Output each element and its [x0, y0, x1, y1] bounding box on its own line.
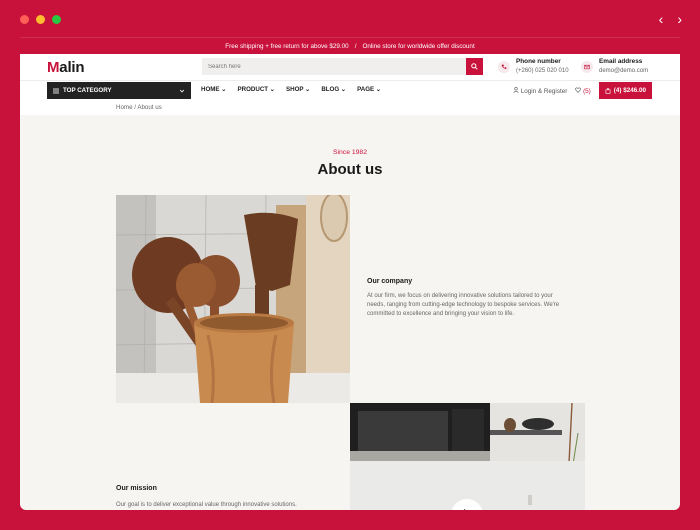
search-icon	[471, 63, 478, 70]
promo-text-right: Online store for worldwide offer discoun…	[362, 42, 475, 50]
top-category-label: TOP CATEGORY	[63, 87, 112, 94]
login-register-link[interactable]: Login & Register	[513, 86, 567, 95]
menu-item-shop[interactable]: SHOP ⌄	[286, 86, 310, 93]
mission-heading: Our mission	[116, 485, 157, 492]
site-logo[interactable]: Malin	[47, 59, 85, 76]
breadcrumb-text[interactable]: Home / About us	[116, 104, 162, 111]
email-title: Email address	[599, 58, 643, 65]
menu-item-product[interactable]: PRODUCT ⌄	[237, 86, 275, 93]
cart-button[interactable]: (4) $246.00	[598, 82, 652, 99]
menu-item-home[interactable]: HOME ⌄	[201, 86, 226, 93]
user-icon	[513, 86, 519, 93]
play-video-button[interactable]	[459, 506, 475, 510]
search-input[interactable]	[202, 58, 466, 75]
page-title: About us	[317, 161, 383, 178]
phone-icon	[498, 61, 510, 73]
promo-topbar: Free shipping + free return for above $2…	[20, 37, 680, 54]
wishlist-link[interactable]: (5)	[575, 86, 591, 95]
maximize-window-button[interactable]	[52, 15, 61, 24]
search-button[interactable]	[466, 58, 483, 75]
account-actions: Login & Register (5) (4) $246.00	[513, 82, 652, 99]
company-text: At our firm, we focus on delivering inno…	[367, 293, 560, 317]
close-window-button[interactable]	[20, 15, 29, 24]
minimize-window-button[interactable]	[36, 15, 45, 24]
breadcrumb: Home / About us	[20, 99, 680, 115]
email-contact: Email address demo@demo.com	[581, 58, 648, 74]
mission-text: Our goal is to deliver exceptional value…	[116, 502, 297, 508]
promo-separator: /	[354, 42, 357, 50]
window-controls	[20, 15, 61, 24]
promo-text-left: Free shipping + free return for above $2…	[225, 42, 349, 50]
menu-icon	[53, 88, 59, 93]
forward-arrow-icon[interactable]: ›	[677, 12, 682, 26]
main-navbar: TOP CATEGORY HOME ⌄ PRODUCT ⌄ SHOP ⌄ BLO…	[20, 80, 680, 99]
cart-icon	[605, 87, 611, 94]
phone-value[interactable]: (+260) 025 020 010	[516, 68, 569, 74]
menu-item-page[interactable]: PAGE ⌄	[357, 86, 381, 93]
site-header: Malin Phone number (+260) 025 020 010 Em…	[20, 54, 680, 80]
since-label: Since 1982	[332, 149, 367, 156]
phone-title: Phone number	[516, 58, 561, 65]
search-bar	[202, 58, 483, 75]
kitchen-microwave-image	[350, 403, 585, 510]
company-heading: Our company	[367, 278, 413, 285]
menu-item-blog[interactable]: BLOG ⌄	[321, 86, 346, 93]
back-arrow-icon[interactable]: ‹	[659, 12, 664, 26]
mail-icon	[581, 61, 593, 73]
browser-viewport: Free shipping + free return for above $2…	[20, 37, 680, 510]
chevron-down-icon	[179, 89, 185, 92]
about-section: Since 1982 About us Our company At our f…	[20, 115, 680, 510]
email-value[interactable]: demo@demo.com	[599, 68, 648, 74]
heart-icon	[575, 86, 582, 93]
main-menu: HOME ⌄ PRODUCT ⌄ SHOP ⌄ BLOG ⌄ PAGE ⌄	[201, 86, 381, 93]
phone-contact: Phone number (+260) 025 020 010	[498, 58, 569, 74]
browser-nav: ‹ ›	[659, 12, 682, 26]
wooden-spoons-image	[116, 195, 350, 403]
top-category-dropdown[interactable]: TOP CATEGORY	[47, 82, 191, 99]
